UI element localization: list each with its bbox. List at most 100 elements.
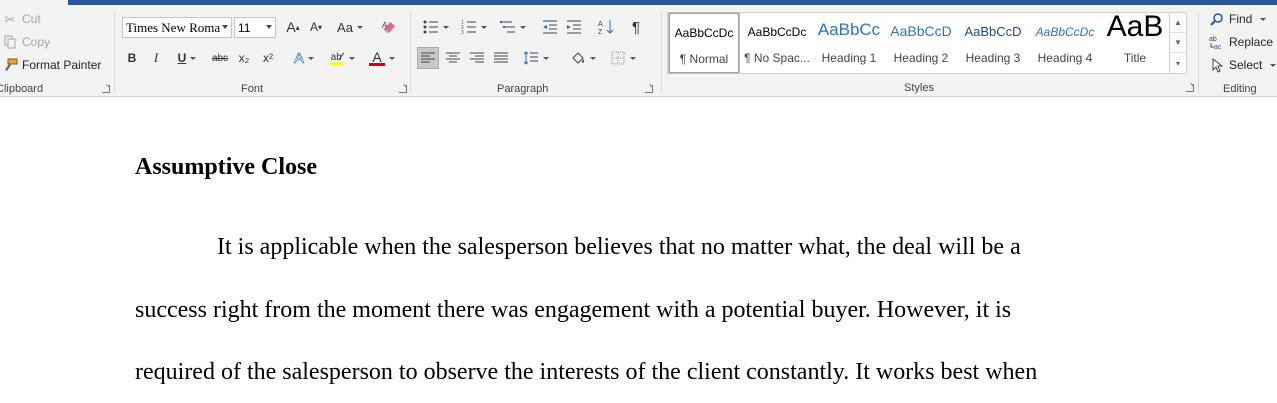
style-heading-2[interactable]: AaBbCcD Heading 2 [885,13,957,73]
replace-button[interactable]: ab ac Replace [1209,34,1273,50]
clipboard-group-label: Clipboard [0,83,44,95]
subscript-label: x₂ [238,51,250,65]
cut-button[interactable]: ✂ Cut [2,11,41,27]
font-color-icon: A [369,50,385,66]
align-right-button[interactable] [466,47,488,69]
style-heading-4-sample: AaBbCcDc [1035,25,1095,39]
align-left-button[interactable] [417,47,439,69]
justify-icon [493,50,509,66]
chevron-down-icon [389,56,395,60]
sort-button[interactable]: AZ [595,16,617,38]
borders-button[interactable] [606,47,640,69]
align-center-button[interactable] [442,47,464,69]
copy-icon [2,34,18,50]
clipboard-dialog-launcher[interactable] [102,85,110,93]
find-button[interactable]: Find [1209,11,1267,27]
bullets-button[interactable] [419,16,453,38]
underline-label: U [177,51,187,65]
align-right-icon [469,50,485,66]
paintbrush-icon [2,57,18,73]
paragraph-dialog-launcher[interactable] [645,85,653,93]
style-heading-1[interactable]: AaBbCc Heading 1 [813,13,885,73]
svg-text:ac: ac [1214,44,1222,50]
font-group-label: Font [241,83,264,95]
style-normal[interactable]: AaBbCcDc ¶ Normal [668,12,740,74]
ribbon: ✂ Cut Copy Format Painter Clipboard Time… [0,5,1277,97]
style-no-spacing-sample: AaBbCcDc [747,25,807,39]
show-formatting-marks-button[interactable]: ¶ [625,16,647,38]
gallery-scroll-down-icon[interactable]: ▼ [1170,33,1186,53]
bold-button[interactable]: B [124,47,140,69]
decrease-indent-icon [542,19,558,35]
styles-gallery: AaBbCcDc ¶ Normal AaBbCcDc ¶ No Spac... … [667,12,1187,74]
multilevel-list-button[interactable] [496,16,530,38]
text-effects-icon: A [293,49,305,67]
font-size-value: 11 [238,20,251,35]
shading-button[interactable] [566,47,600,69]
chevron-down-icon [520,25,526,29]
superscript-button[interactable]: x² [258,47,278,69]
italic-button[interactable]: I [148,47,164,69]
cut-label: Cut [22,12,41,26]
document-page[interactable]: Assumptive Close It is applicable when t… [0,98,1277,403]
document-line: required of the salesperson to observe t… [135,359,1038,385]
style-heading-2-sample: AaBbCcD [890,23,952,39]
strikethrough-label: abc [211,52,229,64]
numbering-button[interactable]: 123 [457,16,491,38]
font-name-dropdown[interactable]: Times New Roma [122,17,232,38]
sort-az-icon: AZ [598,19,614,35]
chevron-down-icon [349,56,355,60]
align-center-icon [445,50,461,66]
grow-font-icon: A [286,19,296,35]
svg-text:3: 3 [461,30,464,34]
highlight-color-button[interactable]: ab [325,47,359,69]
style-title-sample: AaB [1106,13,1164,43]
increase-indent-button[interactable] [563,16,585,38]
superscript-label: x² [263,51,273,65]
multilevel-list-icon [500,19,516,35]
select-label: Select [1229,58,1263,72]
find-label: Find [1229,12,1253,26]
bullet-list-icon [423,19,439,35]
chevron-down-icon [1270,63,1277,67]
chevron-down-icon [222,25,228,29]
subscript-button[interactable]: x₂ [234,47,254,69]
shrink-font-button[interactable]: A ▾ [306,16,326,38]
style-heading-4[interactable]: AaBbCcDc Heading 4 [1029,13,1101,73]
line-spacing-button[interactable] [519,47,553,69]
underline-button[interactable]: U [171,47,203,69]
chevron-down-icon [356,25,363,29]
gallery-scroll-up-icon[interactable]: ▲ [1170,13,1186,33]
chevron-down-icon [481,25,487,29]
align-left-icon [420,50,436,66]
clear-formatting-button[interactable]: A [378,16,400,38]
font-color-button[interactable]: A [365,47,399,69]
chevron-down-icon [630,56,636,60]
chevron-down-icon [590,56,596,60]
strikethrough-button[interactable]: abc [209,47,231,69]
decrease-indent-button[interactable] [539,16,561,38]
select-button[interactable]: Select [1209,57,1277,73]
style-heading-3[interactable]: AaBbCcD Heading 3 [957,13,1029,73]
style-heading-3-sample: AaBbCcD [964,24,1022,39]
chevron-down-icon [443,25,449,29]
grow-font-button[interactable]: A ▴ [283,16,303,38]
styles-dialog-launcher[interactable] [1186,84,1194,92]
change-case-button[interactable]: Aa [334,16,366,38]
bold-label: B [127,51,137,65]
style-heading-2-name: Heading 2 [893,51,949,65]
font-dialog-launcher[interactable] [399,85,407,93]
font-color-letter: A [372,48,382,65]
gallery-more-icon[interactable]: ▾ [1170,53,1186,73]
format-painter-button[interactable]: Format Painter [2,57,101,73]
style-title[interactable]: AaB Title [1101,13,1169,73]
font-size-dropdown[interactable]: 11 [234,17,276,38]
style-heading-4-name: Heading 4 [1037,51,1093,65]
style-no-spacing[interactable]: AaBbCcDc ¶ No Spac... [741,13,813,73]
editing-group-label: Editing [1223,83,1257,95]
justify-button[interactable] [490,47,512,69]
svg-text:A: A [598,21,603,28]
copy-button[interactable]: Copy [2,34,50,50]
italic-label: I [153,50,159,65]
text-effects-button[interactable]: A [289,47,319,69]
